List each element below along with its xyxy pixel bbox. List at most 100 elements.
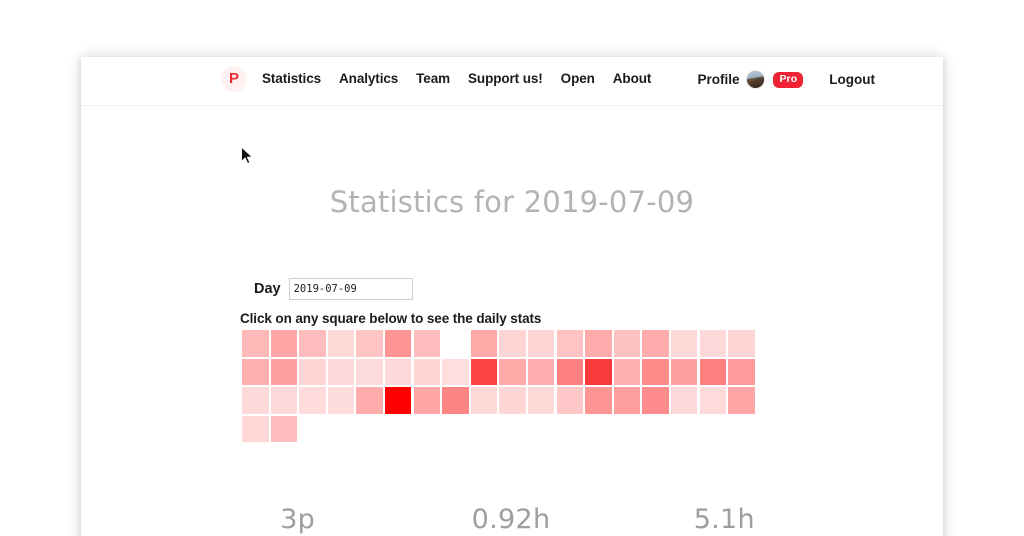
app-page-card: P Statistics Analytics Team Support us! … (81, 57, 943, 536)
heatmap-cell[interactable] (356, 330, 383, 357)
heatmap-cell[interactable] (327, 358, 355, 386)
profile-link[interactable]: Profile (697, 71, 739, 89)
heatmap-cell[interactable] (613, 330, 641, 357)
heatmap-cell[interactable] (470, 358, 498, 386)
heatmap-cell[interactable] (384, 330, 412, 357)
heatmap-cell[interactable] (470, 387, 498, 414)
heatmap-cell[interactable] (585, 330, 612, 357)
heatmap-cell[interactable] (356, 358, 383, 386)
navbar: P Statistics Analytics Team Support us! … (81, 57, 943, 106)
logout-link[interactable]: Logout (829, 71, 875, 89)
heatmap-cell[interactable] (242, 330, 269, 357)
heatmap-cell-empty (442, 416, 469, 443)
heatmap-cell[interactable] (270, 358, 298, 386)
avatar[interactable] (746, 70, 766, 89)
nav-link-analytics[interactable]: Analytics (330, 70, 407, 88)
heatmap-cell[interactable] (299, 387, 326, 414)
heatmap-cell[interactable] (556, 330, 584, 357)
heatmap-cell[interactable] (670, 358, 698, 386)
heatmap-cell[interactable] (470, 330, 498, 357)
heatmap-cell[interactable] (556, 387, 584, 414)
heatmap-cell-empty (356, 416, 383, 443)
day-label: Day (254, 281, 281, 297)
heatmap-cell[interactable] (642, 330, 669, 357)
heatmap-cell[interactable] (270, 330, 298, 357)
heatmap-cell-empty (442, 330, 469, 357)
heatmap-cell[interactable] (442, 387, 469, 414)
nav-right-group: Profile Pro Logout (697, 70, 875, 89)
nav-link-statistics[interactable]: Statistics (253, 70, 330, 88)
stat-value: 5.1h (693, 504, 755, 535)
heatmap-cell[interactable] (585, 387, 612, 414)
stat-time-range: 5.1h from 08:31 to 13:36 (618, 504, 831, 536)
page-title: Statistics for 2019-07-09 (329, 185, 695, 219)
heatmap-cell[interactable] (270, 387, 298, 414)
heatmap-cell[interactable] (384, 358, 412, 386)
heatmap-cell[interactable] (242, 358, 269, 386)
heatmap-cell[interactable] (527, 387, 555, 414)
heatmap-cell-empty (528, 416, 555, 443)
stat-completed-pomodoros: 3p completed pomodoros (191, 504, 404, 536)
heatmap-cell[interactable] (413, 358, 441, 386)
pro-badge: Pro (773, 71, 804, 88)
heatmap-cell-empty (728, 416, 755, 443)
heatmap-cell-empty (299, 416, 326, 443)
heatmap-cell[interactable] (728, 387, 755, 414)
heatmap-cell-empty (700, 416, 727, 443)
summary-stats: 3p completed pomodoros 0.92h focus time … (191, 504, 831, 536)
heatmap-cell[interactable] (242, 415, 269, 443)
heatmap-cell-empty (328, 416, 355, 443)
heatmap-cell[interactable] (699, 330, 726, 357)
day-input[interactable] (288, 278, 413, 300)
heatmap-cell[interactable] (670, 387, 698, 414)
heatmap-cell[interactable] (499, 387, 526, 414)
heatmap-cell[interactable] (413, 387, 441, 414)
heatmap-cell[interactable] (670, 330, 698, 357)
heatmap-cell-empty (614, 416, 641, 443)
heatmap-cell-empty (414, 416, 441, 443)
stat-value: 3p (280, 504, 316, 535)
activity-heatmap[interactable] (242, 330, 757, 444)
heatmap-cell[interactable] (642, 358, 669, 386)
heatmap-cell-empty (499, 416, 526, 443)
heatmap-cell[interactable] (728, 330, 755, 357)
heatmap-cell[interactable] (556, 358, 584, 386)
heatmap-cell[interactable] (499, 358, 526, 386)
nav-link-team[interactable]: Team (407, 70, 459, 88)
heatmap-cell-empty (471, 416, 498, 443)
nav-link-about[interactable]: About (604, 70, 660, 88)
heatmap-cell[interactable] (699, 358, 726, 386)
heatmap-cell[interactable] (642, 387, 669, 414)
heatmap-cell[interactable] (384, 387, 412, 414)
heatmap-cell-empty (671, 416, 698, 443)
nav-link-open[interactable]: Open (552, 70, 604, 88)
heatmap-cell[interactable] (527, 330, 555, 357)
heatmap-cell[interactable] (299, 330, 326, 357)
heatmap-cell[interactable] (327, 330, 355, 357)
nav-links: Statistics Analytics Team Support us! Op… (253, 70, 660, 88)
heatmap-cell[interactable] (728, 358, 755, 386)
screenshot-stage: P Statistics Analytics Team Support us! … (0, 0, 1024, 536)
heatmap-cell[interactable] (242, 387, 269, 414)
heatmap-cell[interactable] (585, 358, 612, 386)
heatmap-cell[interactable] (613, 387, 641, 414)
heatmap-cell[interactable] (270, 415, 298, 443)
heatmap-cell-empty (585, 416, 612, 443)
heatmap-cell[interactable] (356, 387, 383, 414)
heatmap-hint: Click on any square below to see the dai… (240, 311, 542, 326)
nav-link-support-us[interactable]: Support us! (459, 70, 552, 88)
heatmap-cell[interactable] (327, 387, 355, 414)
heatmap-cell[interactable] (499, 330, 526, 357)
heatmap-cell-empty (642, 416, 669, 443)
stat-focus-time: 0.92h focus time (404, 504, 617, 536)
heatmap-cell[interactable] (699, 387, 726, 414)
heatmap-cell[interactable] (442, 358, 469, 386)
heatmap-cell[interactable] (613, 358, 641, 386)
heatmap-cell[interactable] (413, 330, 441, 357)
brand-logo-p[interactable]: P (221, 66, 247, 92)
heatmap-cell-empty (557, 416, 584, 443)
stat-value: 0.92h (471, 504, 551, 535)
heatmap-cell-empty (385, 416, 412, 443)
heatmap-cell[interactable] (527, 358, 555, 386)
heatmap-cell[interactable] (299, 358, 326, 386)
